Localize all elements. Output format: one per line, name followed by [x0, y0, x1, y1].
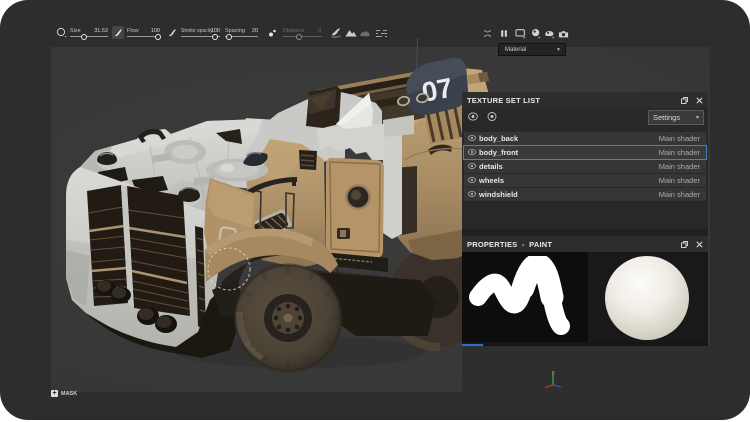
svg-text:y: y — [552, 370, 555, 376]
